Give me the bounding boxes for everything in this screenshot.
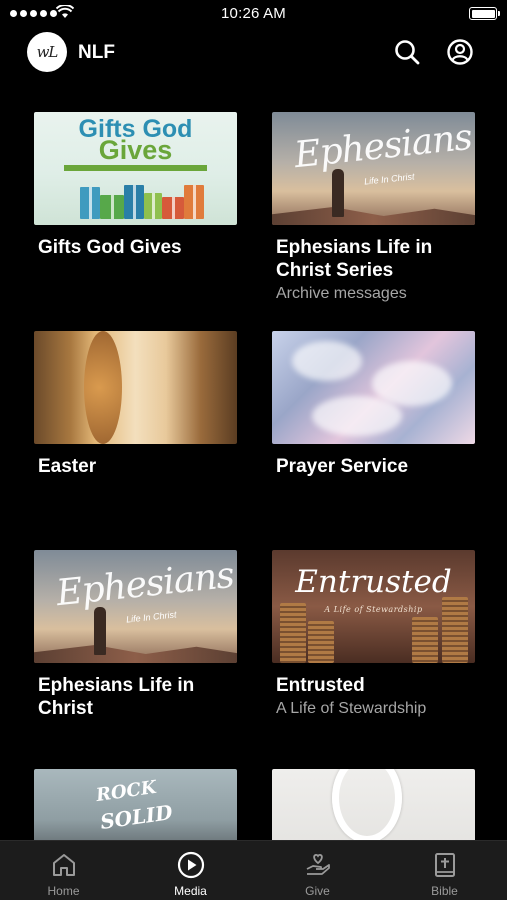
app-title: NLF [78, 42, 115, 63]
media-title: Ephesians Life in Christ Series [276, 237, 433, 281]
media-thumbnail[interactable]: Gifts God Gives [34, 112, 237, 225]
media-thumbnail[interactable]: Ephesians Life In Christ [272, 112, 475, 225]
media-card-ephesians-life-in-christ[interactable]: Ephesians Life In Christ Ephesians Life … [34, 550, 237, 720]
thumbnail-text: ROCK [94, 776, 158, 807]
gift-box [80, 187, 100, 219]
battery-icon [469, 7, 500, 20]
thumbnail-cloud [312, 396, 402, 436]
tab-label: Give [305, 884, 330, 898]
coin-stack [308, 621, 334, 663]
gift-box [184, 185, 204, 219]
media-card-easter[interactable]: Easter [34, 331, 237, 478]
church-logo[interactable]: wL [27, 32, 67, 72]
coin-stack [412, 617, 438, 663]
tab-label: Media [174, 884, 207, 898]
gift-box [124, 185, 144, 219]
give-hand-heart-icon [306, 854, 330, 875]
media-title: Ephesians Life in Christ [38, 675, 195, 719]
thumbnail-cloud [292, 341, 362, 381]
search-icon[interactable] [393, 38, 421, 66]
logo-text: wL [36, 43, 59, 61]
bible-icon [434, 853, 455, 877]
tab-bible[interactable]: Bible [381, 841, 507, 900]
media-title: Easter [38, 456, 97, 477]
media-card-entrusted[interactable]: Entrusted A Life of Stewardship Entruste… [272, 550, 475, 720]
gift-box [162, 197, 184, 219]
gift-box [100, 195, 124, 219]
play-circle-icon [177, 851, 204, 879]
thumbnail-ground [272, 207, 475, 225]
app-header: wL NLF [0, 28, 507, 78]
thumbnail-headphones [332, 769, 402, 843]
home-icon [52, 854, 75, 876]
thumbnail-text: Ephesians [292, 116, 474, 177]
thumbnail-text: A Life of Stewardship [324, 605, 423, 614]
tab-media[interactable]: Media [127, 841, 254, 900]
media-title: Entrusted [276, 675, 365, 696]
status-time: 10:26 AM [221, 5, 286, 22]
thumbnail-text: Entrusted [295, 564, 452, 600]
status-bar: 10:26 AM [0, 0, 507, 28]
thumbnail-text: Ephesians [54, 554, 236, 615]
thumbnail-banner [64, 165, 207, 171]
thumbnail-text: Gives [98, 135, 173, 165]
thumbnail-stone [84, 331, 122, 444]
media-card-gifts-god-gives[interactable]: Gifts God Gives Gifts God Gives [34, 112, 237, 259]
thumbnail-ground [34, 645, 237, 663]
thumbnail-text: SOLID [98, 800, 174, 834]
media-subtitle: A Life of Stewardship [276, 700, 427, 717]
account-icon[interactable] [446, 38, 474, 66]
media-title: Prayer Service [276, 456, 409, 477]
tab-label: Home [47, 884, 80, 898]
thumbnail-text: Life In Christ [363, 171, 415, 187]
thumbnail-figure [94, 607, 106, 655]
gift-box [144, 193, 162, 219]
media-title: Gifts God Gives [38, 237, 182, 258]
media-thumbnail[interactable] [34, 331, 237, 444]
thumbnail-figure [332, 169, 344, 217]
media-thumbnail[interactable] [272, 331, 475, 444]
media-subtitle: Archive messages [276, 285, 407, 302]
tab-label: Bible [431, 884, 458, 898]
thumbnail-text: Life In Christ [125, 609, 177, 625]
tab-bar: Home Media Give Bible [0, 840, 507, 900]
tab-home[interactable]: Home [0, 841, 127, 900]
media-thumbnail[interactable]: Entrusted A Life of Stewardship [272, 550, 475, 663]
media-thumbnail[interactable]: Ephesians Life In Christ [34, 550, 237, 663]
tab-give[interactable]: Give [254, 841, 381, 900]
media-card-ephesians-series[interactable]: Ephesians Life In Christ Ephesians Life … [272, 112, 475, 305]
media-card-prayer-service[interactable]: Prayer Service [272, 331, 475, 478]
